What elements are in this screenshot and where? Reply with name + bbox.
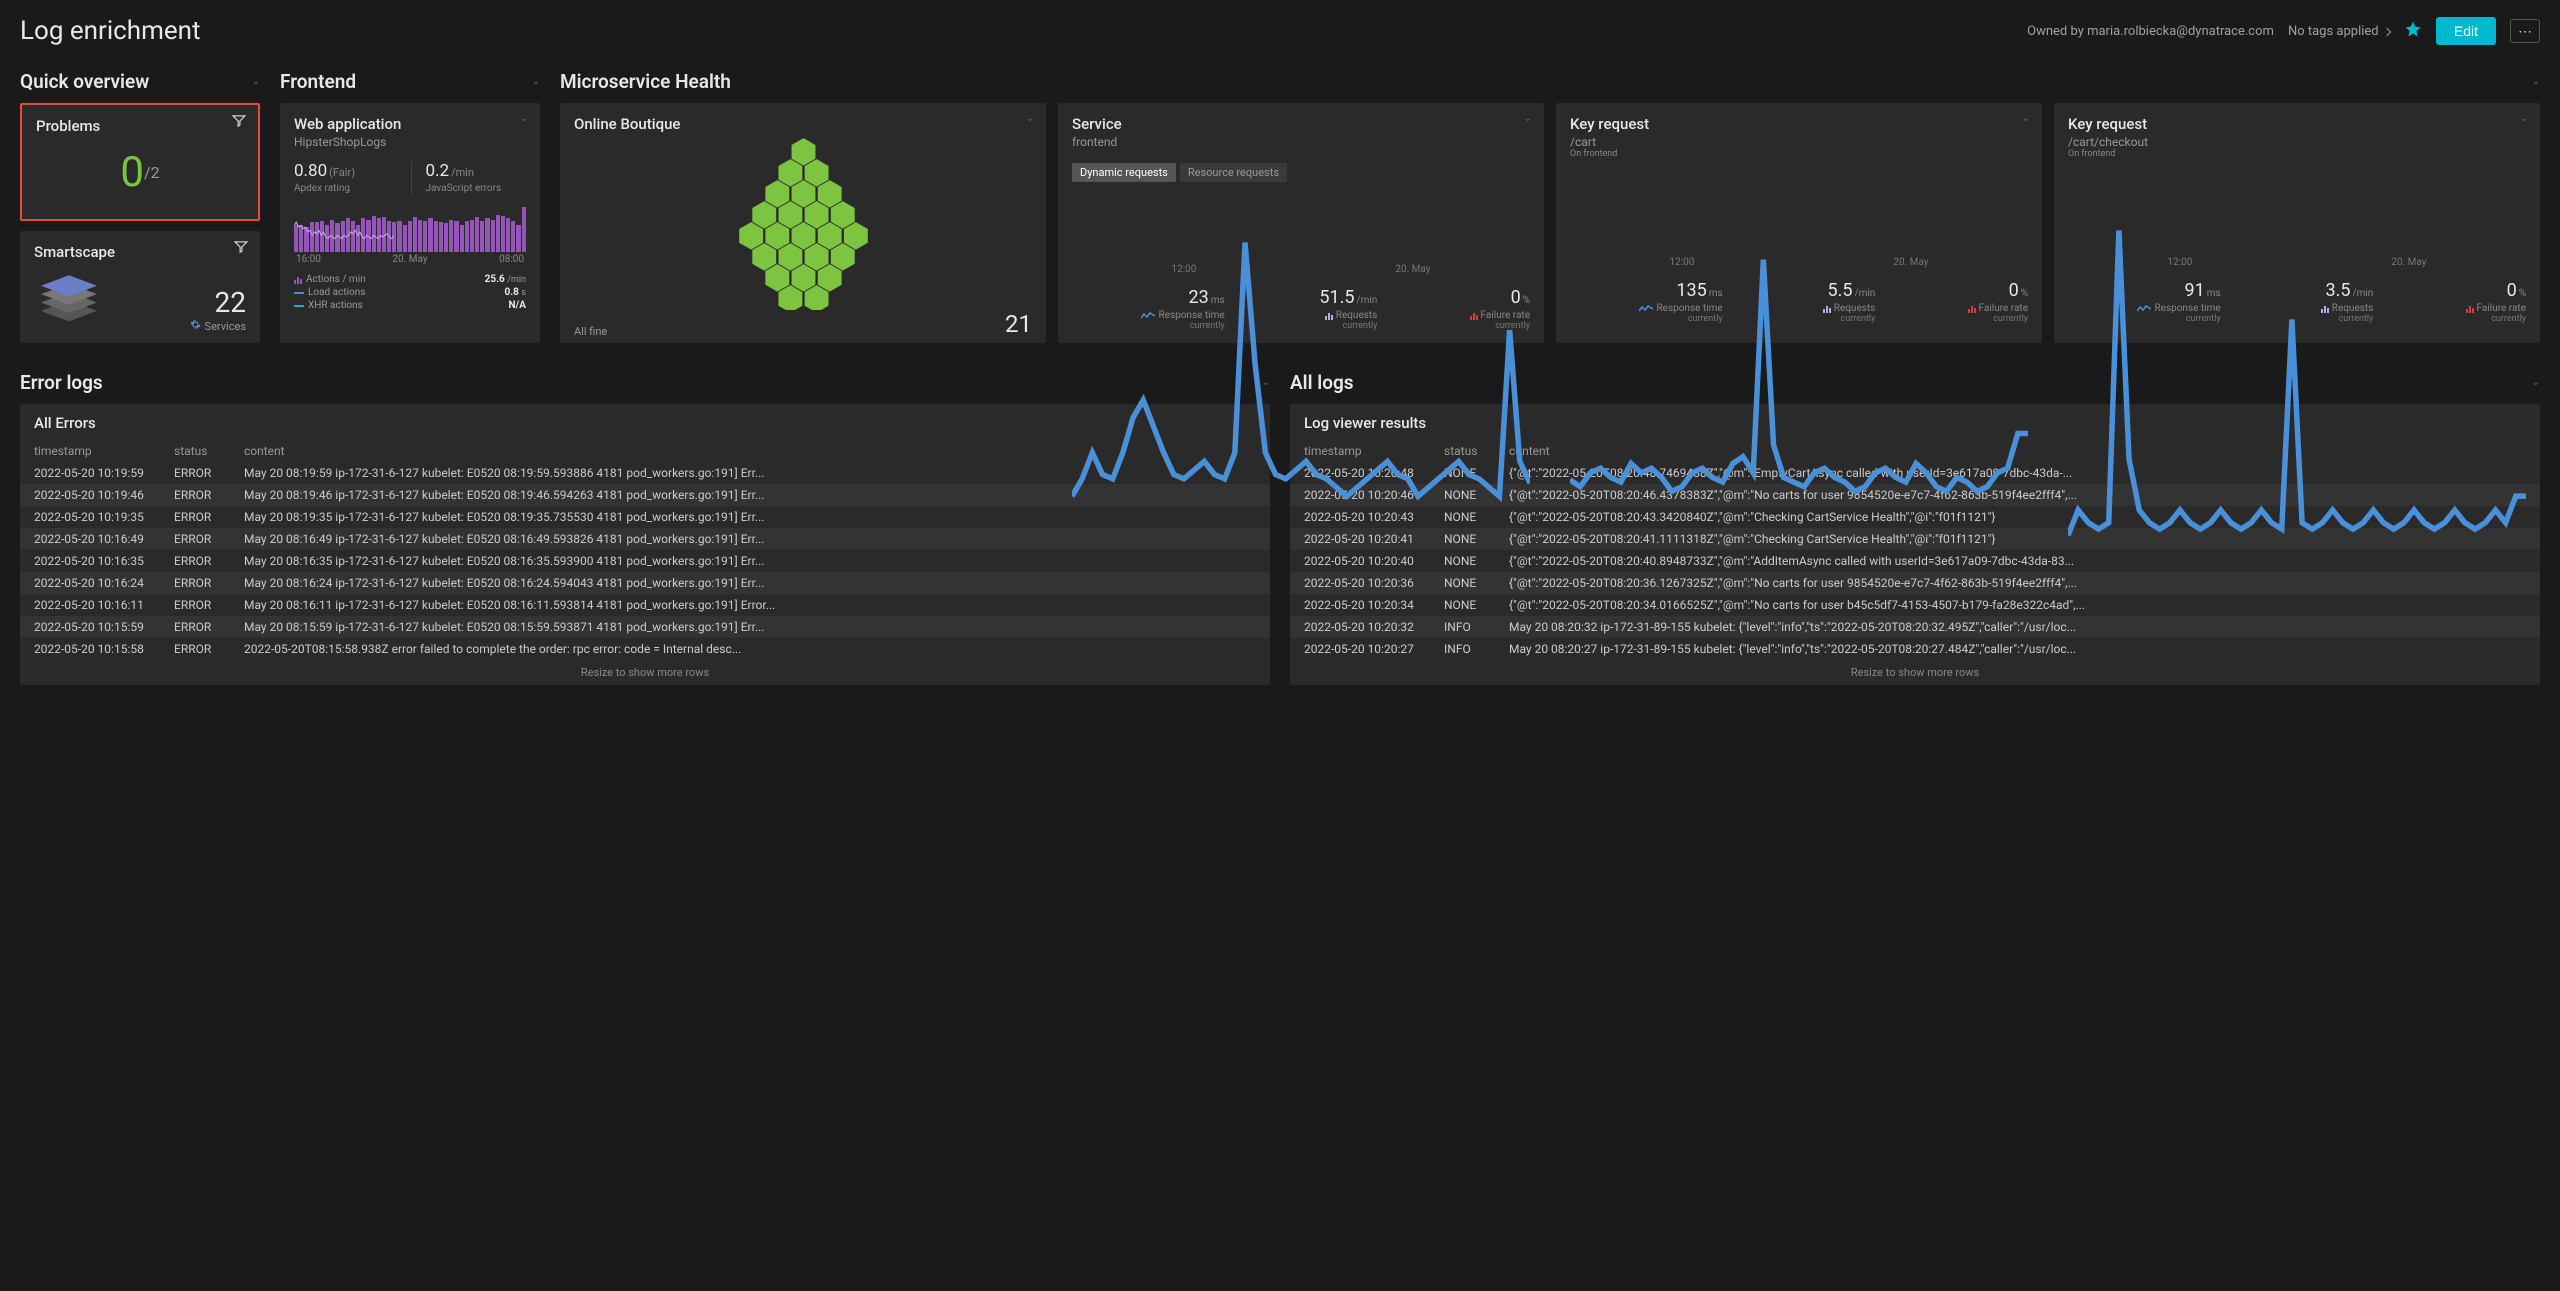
problems-tile[interactable]: Problems 0 /2 — [20, 103, 260, 221]
service-tile[interactable]: ⌄ Service frontend Dynamic requests Reso… — [1058, 103, 1544, 343]
boutique-title: Online Boutique — [574, 115, 1032, 133]
all-logs-footer: Resize to show more rows — [1290, 660, 2540, 679]
log-row[interactable]: 2022-05-20 10:20:34NONE{"@t":"2022-05-20… — [1290, 594, 2540, 616]
xaxis-tick: 16:00 — [296, 254, 321, 265]
legend-row: Load actions0.8 s — [294, 286, 526, 299]
webapp-chart — [294, 202, 526, 252]
service-chart — [1072, 190, 1530, 260]
key2-title: Key request — [2068, 115, 2526, 133]
xaxis-tick: 20. May — [392, 254, 427, 265]
gear-icon — [190, 319, 201, 333]
legend-row: XHR actionsN/A — [294, 299, 526, 312]
frontend-title: Frontend — [280, 70, 356, 93]
tile-expand-icon[interactable]: ⌄ — [2022, 113, 2030, 124]
col-timestamp[interactable]: timestamp — [34, 444, 164, 458]
problems-open-count: 0 — [120, 148, 144, 197]
smartscape-title: Smartscape — [34, 243, 246, 261]
log-row[interactable]: 2022-05-20 10:15:59ERRORMay 20 08:15:59 … — [20, 616, 1270, 638]
web-application-tile[interactable]: ⌄ Web application HipsterShopLogs 0.80(F… — [280, 103, 540, 343]
problems-title: Problems — [36, 117, 244, 135]
smartscape-count: 22 — [190, 286, 246, 319]
col-status[interactable]: status — [174, 444, 234, 458]
service-title: Service — [1072, 115, 1530, 133]
log-row[interactable]: 2022-05-20 10:20:27INFOMay 20 08:20:27 i… — [1290, 638, 2540, 660]
jserrors-value: 0.2 — [426, 161, 450, 181]
key-request-cart-tile[interactable]: ⌄ Key request /cart On frontend 12:00 20… — [1556, 103, 2042, 343]
key1-title: Key request — [1570, 115, 2028, 133]
tags-link[interactable]: No tags applied — [2288, 24, 2390, 39]
jserrors-unit: /min — [451, 166, 474, 179]
boutique-status: All fine — [574, 325, 607, 338]
filter-icon[interactable] — [232, 115, 246, 131]
apdex-unit: (Fair) — [329, 166, 355, 179]
layers-icon — [34, 269, 104, 333]
apdex-value: 0.80 — [294, 161, 327, 181]
webapp-title: Web application — [294, 115, 526, 133]
owner-label: Owned by maria.rolbiecka@dynatrace.com — [2027, 24, 2274, 39]
star-icon[interactable] — [2404, 20, 2422, 42]
edit-button[interactable]: Edit — [2436, 17, 2496, 45]
key1-chart — [1570, 167, 2028, 253]
online-boutique-tile[interactable]: ⌄ Online Boutique All fine 21 — [560, 103, 1046, 343]
tile-expand-icon[interactable]: ⌄ — [520, 113, 528, 124]
log-row[interactable]: 2022-05-20 10:20:32INFOMay 20 08:20:32 i… — [1290, 616, 2540, 638]
key1-subtitle: /cart — [1570, 135, 2028, 149]
log-row[interactable]: 2022-05-20 10:16:11ERRORMay 20 08:16:11 … — [20, 594, 1270, 616]
section-expand-icon[interactable]: ⌄ — [252, 76, 260, 87]
honeycomb-icon — [574, 135, 1032, 310]
smartscape-label: Services — [205, 320, 246, 333]
chevron-right-icon — [2383, 27, 2391, 35]
log-row[interactable]: 2022-05-20 10:15:58ERROR2022-05-20T08:15… — [20, 638, 1270, 660]
problems-total-count: /2 — [144, 163, 160, 182]
section-expand-icon[interactable]: ⌄ — [2532, 377, 2540, 388]
more-menu-button[interactable]: ⋯ — [2510, 19, 2540, 43]
error-logs-title: Error logs — [20, 371, 103, 394]
key2-subtitle: /cart/checkout — [2068, 135, 2526, 149]
page-title: Log enrichment — [20, 16, 201, 46]
service-subtitle: frontend — [1072, 135, 1530, 149]
key2-chart — [2068, 167, 2526, 253]
tab-resource-requests[interactable]: Resource requests — [1180, 163, 1287, 182]
smartscape-tile[interactable]: Smartscape 22 — [20, 231, 260, 343]
key1-note: On frontend — [1570, 149, 2028, 159]
key2-note: On frontend — [2068, 149, 2526, 159]
apdex-label: Apdex rating — [294, 183, 395, 194]
tile-expand-icon[interactable]: ⌄ — [2520, 113, 2528, 124]
boutique-count: 21 — [1005, 310, 1032, 338]
microservice-health-title: Microservice Health — [560, 70, 731, 93]
tile-expand-icon[interactable]: ⌄ — [1524, 113, 1532, 124]
tile-expand-icon[interactable]: ⌄ — [1026, 113, 1034, 124]
xaxis-tick: 08:00 — [499, 254, 524, 265]
jserrors-label: JavaScript errors — [426, 183, 527, 194]
section-expand-icon[interactable]: ⌄ — [532, 76, 540, 87]
legend-row: Actions / min25.6 /min — [294, 273, 526, 286]
webapp-subtitle: HipsterShopLogs — [294, 135, 526, 149]
section-expand-icon[interactable]: ⌄ — [2532, 76, 2540, 87]
error-logs-footer: Resize to show more rows — [20, 660, 1270, 679]
quick-overview-title: Quick overview — [20, 70, 149, 93]
filter-icon[interactable] — [234, 241, 248, 257]
key-request-checkout-tile[interactable]: ⌄ Key request /cart/checkout On frontend… — [2054, 103, 2540, 343]
tab-dynamic-requests[interactable]: Dynamic requests — [1072, 163, 1176, 182]
